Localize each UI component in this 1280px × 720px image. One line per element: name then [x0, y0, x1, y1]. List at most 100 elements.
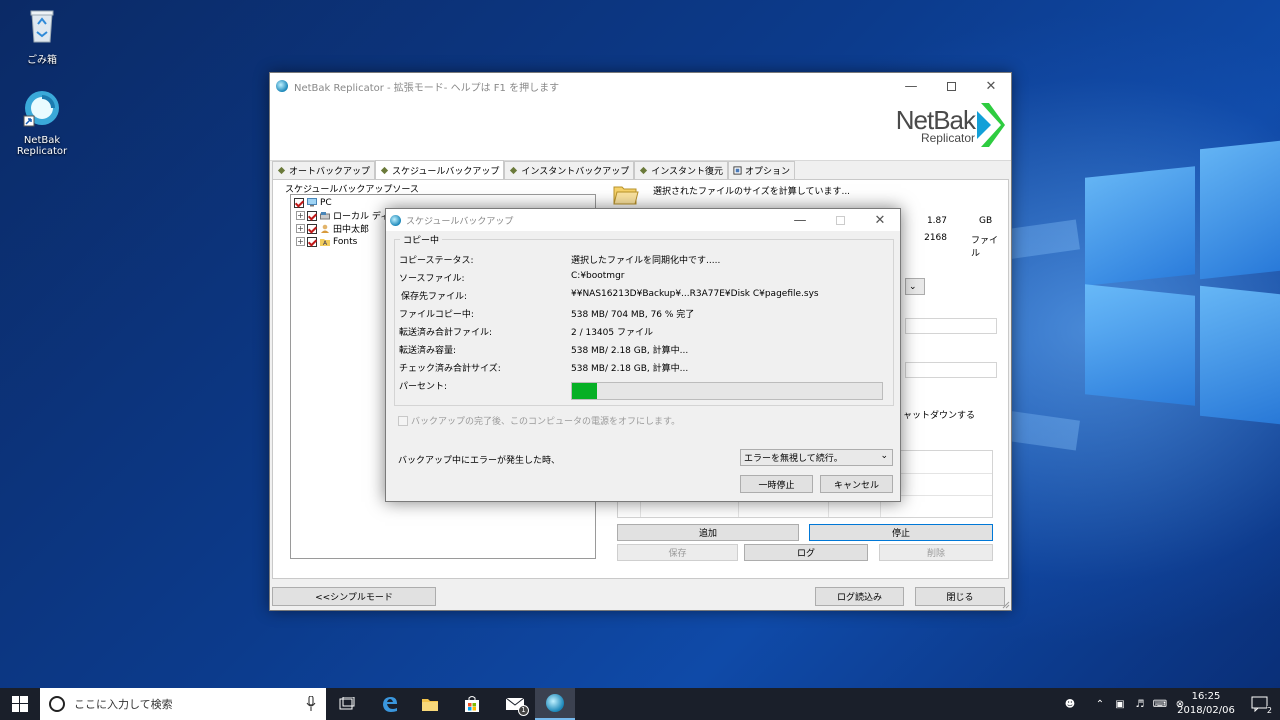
netbak-app-icon [546, 694, 564, 712]
dialog-close-button[interactable]: ✕ [860, 209, 900, 231]
error-handling-select[interactable]: エラーを無視して続行。 ⌄ [740, 449, 893, 466]
logo-line2: Replicator [920, 131, 975, 145]
tab-label: オートバックアップ [289, 167, 371, 177]
chevron-up-icon[interactable]: ⌃ [1090, 699, 1110, 710]
expand-icon[interactable]: + [296, 211, 305, 220]
maximize-button[interactable] [931, 73, 971, 99]
pause-button[interactable]: 一時停止 [740, 475, 813, 493]
hidden-field[interactable] [905, 318, 997, 334]
minimize-button[interactable]: — [891, 73, 931, 99]
tree-checkbox[interactable] [307, 210, 317, 221]
progress-fill [572, 383, 597, 399]
tree-node-label: PC [320, 197, 332, 208]
desktop-icon-recycle-bin[interactable]: ごみ箱 [0, 6, 84, 66]
drive-icon [320, 212, 330, 220]
tab-options[interactable]: オプション [728, 161, 796, 179]
source-file-value: C:¥bootmgr [571, 271, 625, 281]
action-center-button[interactable]: 2 [1240, 688, 1280, 720]
file-copy-label: ファイルコピー中: [399, 310, 474, 320]
instant-restore-icon [640, 166, 648, 175]
desktop-icon-label: NetBak Replicator [16, 135, 68, 157]
files-unit: ファイル [971, 236, 999, 259]
tree-checkbox[interactable] [294, 197, 304, 208]
microphone-icon[interactable] [306, 696, 316, 712]
wallpaper-logo-pane [1085, 284, 1195, 406]
shutdown-checkbox-row[interactable]: バックアップの完了後、このコンピュータの電源をオフにします。 [398, 414, 680, 427]
resize-grip-icon[interactable] [1002, 601, 1010, 609]
save-button[interactable]: 保存 [617, 544, 738, 561]
expand-icon[interactable]: + [296, 224, 305, 233]
taskbar: ここに入力して検索 1 ☻ ⌃ ▣ ♬ ⌨ ⊗ 16:25 2018/02/06… [0, 688, 1280, 720]
clock[interactable]: 16:25 2018/02/06 [1175, 690, 1237, 718]
pc-icon [307, 198, 317, 207]
main-titlebar[interactable]: NetBak Replicator - 拡張モード- ヘルプは F1 を押します… [270, 73, 1011, 99]
tab-auto-backup[interactable]: オートバックアップ [272, 161, 376, 179]
tab-instant-backup[interactable]: インスタントバックアップ [504, 161, 635, 179]
ime-icon[interactable]: ⌨ [1150, 699, 1170, 710]
recycle-bin-icon [30, 10, 54, 43]
edge-icon [383, 697, 397, 712]
dialog-maximize-button [820, 209, 860, 231]
status-message: 選択されたファイルのサイズを計算しています... [653, 187, 851, 197]
mail-taskbar-button[interactable]: 1 [495, 688, 535, 720]
hidden-dropdown[interactable]: ⌄ [905, 278, 925, 295]
add-button[interactable]: 追加 [617, 524, 799, 541]
checked-size-value: 538 MB/ 2.18 GB, 計算中... [571, 364, 689, 374]
taskbar-search-box[interactable]: ここに入力して検索 [40, 688, 326, 720]
edge-taskbar-button[interactable] [370, 688, 410, 720]
search-placeholder: ここに入力して検索 [74, 698, 173, 711]
tree-node-pc[interactable]: PC [294, 196, 332, 209]
tree-node-fonts[interactable]: + A Fonts [296, 235, 357, 248]
store-taskbar-button[interactable] [452, 688, 492, 720]
tree-node-local-disk[interactable]: + ローカル ディ [296, 209, 389, 222]
tree-node-user[interactable]: + 田中太郎 [296, 222, 369, 235]
close-icon: ✕ [874, 212, 886, 228]
options-icon [733, 166, 742, 175]
explorer-taskbar-button[interactable] [410, 688, 450, 720]
tree-checkbox[interactable] [307, 236, 317, 247]
tab-instant-restore[interactable]: インスタント復元 [634, 161, 729, 179]
header-banner: NetBak Replicator [270, 99, 1011, 161]
expand-icon[interactable]: + [296, 237, 305, 246]
close-window-button[interactable]: ✕ [971, 73, 1011, 99]
netbak-taskbar-button[interactable] [535, 688, 575, 720]
load-log-button[interactable]: ログ読込み [815, 587, 904, 606]
store-icon [465, 696, 479, 712]
percent-label: パーセント: [399, 382, 448, 392]
window-title: NetBak Replicator - 拡張モード- ヘルプは F1 を押します [294, 82, 560, 94]
desktop-icon-netbak[interactable]: NetBak Replicator [0, 88, 84, 157]
cancel-button[interactable]: キャンセル [820, 475, 893, 493]
dialog-minimize-button[interactable]: — [780, 209, 820, 231]
people-icon[interactable]: ☻ [1060, 699, 1080, 710]
clock-time: 16:25 [1191, 691, 1221, 702]
close-button[interactable]: 閉じる [915, 587, 1005, 606]
total-files-value: 2 / 13405 ファイル [571, 328, 653, 338]
log-button[interactable]: ログ [744, 544, 868, 561]
wallpaper-logo-pane [1200, 285, 1280, 425]
dialog-title: スケジュールバックアップ [406, 216, 514, 227]
tree-node-label: ローカル ディ [333, 212, 390, 222]
simple-mode-button[interactable]: <<シンプルモード [272, 587, 436, 606]
tab-schedule-backup[interactable]: スケジュールバックアップ [375, 160, 505, 179]
transferred-size-value: 538 MB/ 2.18 GB, 計算中... [571, 346, 689, 356]
shutdown-checkbox[interactable] [398, 415, 408, 426]
task-view-button[interactable] [327, 688, 367, 720]
netbak-app-icon [23, 91, 59, 127]
delete-button[interactable]: 削除 [879, 544, 993, 561]
shutdown-option-text: ャットダウンする [903, 411, 976, 421]
volume-icon[interactable]: ♬ [1130, 699, 1150, 710]
maximize-icon [835, 215, 845, 225]
tab-label: オプション [745, 167, 791, 177]
size-unit: GB [979, 216, 993, 226]
dialog-titlebar[interactable]: スケジュールバックアップ — ✕ [386, 209, 900, 231]
task-view-icon [339, 697, 355, 710]
start-button[interactable] [0, 688, 40, 720]
shutdown-checkbox-label: バックアップの完了後、このコンピュータの電源をオフにします。 [411, 417, 681, 427]
tree-checkbox[interactable] [307, 223, 317, 234]
minimize-icon: — [793, 212, 807, 228]
stop-button[interactable]: 停止 [809, 524, 993, 541]
hidden-field[interactable] [905, 362, 997, 378]
maximize-icon [946, 81, 956, 91]
network-icon[interactable]: ▣ [1110, 699, 1130, 710]
wallpaper-logo-pane [1085, 166, 1195, 286]
